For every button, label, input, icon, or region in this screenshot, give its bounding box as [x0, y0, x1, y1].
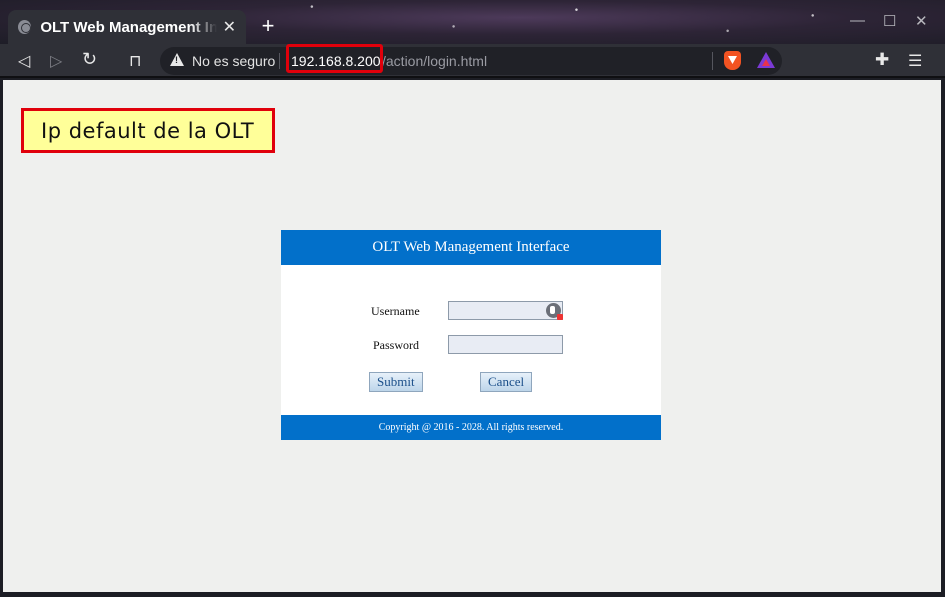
login-panel: OLT Web Management Interface Username Pa…	[281, 230, 661, 440]
tab-title: OLT Web Management Interface	[40, 18, 217, 36]
extensions-icon[interactable]: ✚	[875, 50, 889, 70]
close-window-icon[interactable]: ✕	[915, 12, 928, 30]
reload-icon[interactable]: ↻	[82, 49, 97, 70]
password-label: Password	[373, 338, 420, 352]
url-highlight-box	[286, 44, 383, 73]
brave-rewards-icon[interactable]	[757, 52, 775, 68]
close-tab-icon[interactable]: ✕	[223, 17, 236, 37]
cancel-button[interactable]: Cancel	[480, 372, 533, 392]
annotation-label: Ip default de la OLT	[21, 108, 275, 153]
new-tab-button[interactable]: +	[257, 15, 279, 38]
address-bar[interactable]: No es seguro 192.168.8.200 /action/login…	[160, 47, 782, 75]
username-input[interactable]	[448, 301, 563, 320]
maximize-icon[interactable]: ☐	[883, 12, 896, 30]
minimize-icon[interactable]: —	[850, 12, 865, 29]
menu-icon[interactable]: ☰	[908, 51, 922, 71]
globe-icon	[18, 20, 32, 34]
title-bar: OLT Web Management Interface ✕ + — ☐ ✕	[0, 0, 945, 44]
browser-toolbar: ◁ ▷ ↻ ⊓ No es seguro 192.168.8.200 /acti…	[0, 44, 945, 78]
login-header: OLT Web Management Interface	[281, 230, 661, 265]
login-footer: Copyright @ 2016 - 2028. All rights rese…	[281, 415, 661, 440]
url-path[interactable]: /action/login.html	[382, 53, 487, 69]
password-manager-icon[interactable]	[546, 303, 563, 320]
security-label[interactable]: No es seguro	[192, 53, 275, 69]
browser-tab[interactable]: OLT Web Management Interface ✕	[8, 10, 246, 44]
url-separator	[279, 53, 280, 69]
warning-icon[interactable]	[170, 53, 184, 66]
toolbar-separator	[712, 52, 713, 70]
password-input[interactable]	[448, 335, 563, 354]
submit-button[interactable]: Submit	[369, 372, 423, 392]
brave-shields-icon[interactable]	[724, 51, 741, 70]
back-icon[interactable]: ◁	[18, 51, 30, 71]
bookmark-icon[interactable]: ⊓	[129, 51, 141, 71]
forward-icon[interactable]: ▷	[50, 51, 62, 71]
username-label: Username	[371, 304, 420, 318]
